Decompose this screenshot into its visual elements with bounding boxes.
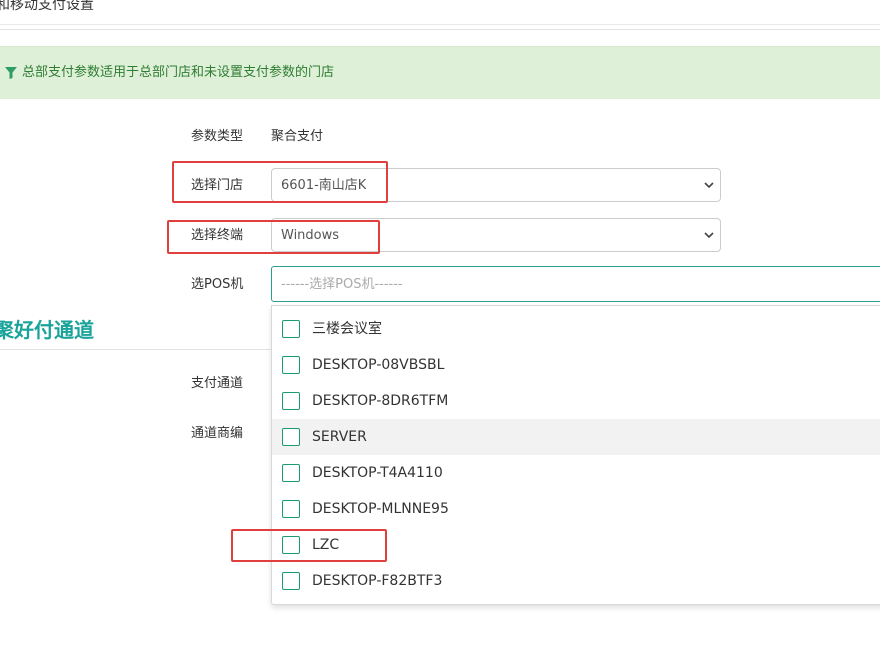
pos-option-label: DESKTOP-F82BTF3 xyxy=(312,573,443,589)
param-type-label: 参数类型 xyxy=(191,129,244,144)
pos-option-label: DESKTOP-T4A4110 xyxy=(312,465,443,481)
pos-option-label: DESKTOP-MLNNE95 xyxy=(312,501,449,517)
pos-option-label: DESKTOP-08VBSBL xyxy=(312,357,445,373)
pos-label: 选POS机 xyxy=(191,277,244,292)
pos-option-label: DESKTOP-8DR6TFM xyxy=(312,393,449,409)
channel-label: 支付通道 xyxy=(191,376,244,391)
pos-option[interactable]: DESKTOP-MLNNE95 xyxy=(272,491,880,527)
pos-option[interactable]: DESKTOP-F82BTF3 xyxy=(272,563,880,599)
filter-icon xyxy=(5,67,17,79)
info-alert: 总部支付参数适用于总部门店和未设置支付参数的门店 xyxy=(0,46,880,99)
highlight-box-lzc xyxy=(231,529,387,562)
highlight-box-terminal xyxy=(167,220,380,254)
checkbox[interactable] xyxy=(282,320,300,338)
chevron-down-icon xyxy=(704,232,714,239)
title-divider xyxy=(0,24,880,25)
section-title: 聚好付通道 xyxy=(0,318,94,342)
checkbox[interactable] xyxy=(282,464,300,482)
checkbox[interactable] xyxy=(282,356,300,374)
pos-option[interactable]: DESKTOP-08VBSBL xyxy=(272,347,880,383)
chevron-down-icon xyxy=(704,182,714,189)
checkbox[interactable] xyxy=(282,500,300,518)
checkbox[interactable] xyxy=(282,392,300,410)
pos-option-label: SERVER xyxy=(312,429,367,445)
page-title: 和移动支付设置 xyxy=(0,0,94,13)
pos-option[interactable]: SERVER xyxy=(272,419,880,455)
highlight-box-store xyxy=(172,161,388,203)
section-divider xyxy=(0,349,272,350)
pos-option[interactable]: DESKTOP-8DR6TFM xyxy=(272,383,880,419)
checkbox[interactable] xyxy=(282,572,300,590)
pos-option[interactable]: DESKTOP-T4A4110 xyxy=(272,455,880,491)
pos-placeholder: ------选择POS机------ xyxy=(281,277,403,292)
pos-multiselect[interactable]: ------选择POS机------ xyxy=(271,266,880,302)
merchant-label: 通道商编 xyxy=(191,426,244,441)
param-type-value: 聚合支付 xyxy=(271,129,324,144)
pos-option-label: 三楼会议室 xyxy=(312,321,382,337)
alert-text: 总部支付参数适用于总部门店和未设置支付参数的门店 xyxy=(22,65,335,80)
checkbox[interactable] xyxy=(282,428,300,446)
pos-option[interactable]: 三楼会议室 xyxy=(272,311,880,347)
title-divider-secondary xyxy=(0,29,880,30)
